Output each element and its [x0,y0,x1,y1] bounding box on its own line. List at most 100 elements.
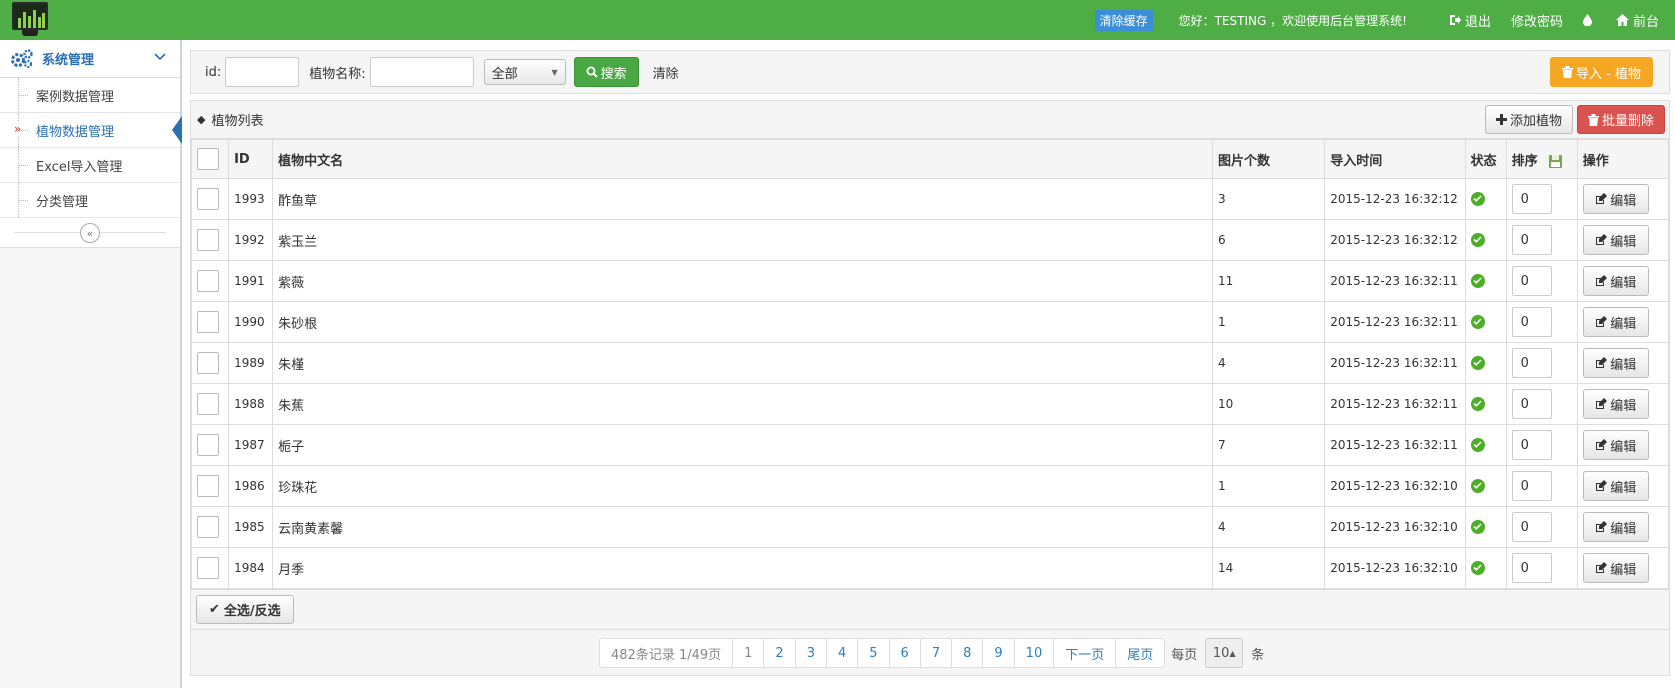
row-action-cell: 编辑 [1576,547,1670,589]
welcome-text: 您好：TESTING ，欢迎使用后台管理系统! [1178,13,1407,28]
sort-input[interactable]: 0 [1511,266,1552,296]
add-plant-button[interactable]: 添加植物 [1484,105,1573,134]
page-link-8[interactable]: 8 [952,638,984,668]
sort-input[interactable]: 0 [1511,184,1552,214]
per-page-select[interactable]: 10 ▲ [1205,638,1244,668]
header-sort: 排序 [1505,139,1578,179]
sort-input[interactable]: 0 [1511,307,1552,337]
caret-up-icon: ▲ [1229,648,1236,658]
select-all-checkbox[interactable] [197,148,219,170]
collapse-sidebar-button[interactable]: « [80,223,100,243]
row-pic-count: 1 [1212,301,1326,343]
sidebar-item-category[interactable]: 分类管理 [0,183,180,218]
row-checkbox[interactable] [197,516,219,538]
theme-drop-link[interactable] [1582,14,1596,26]
edit-button[interactable]: 编辑 [1582,348,1649,378]
sort-input[interactable]: 0 [1511,348,1552,378]
sidebar-item-plant-data[interactable]: » 植物数据管理 [0,113,182,148]
sidebar-item-case-data[interactable]: 案例数据管理 [0,78,180,113]
header-import-time: 导入时间 [1324,139,1466,179]
row-name: 朱砂根 [272,301,1214,343]
sort-input[interactable]: 0 [1511,471,1552,501]
row-select-cell [190,547,230,589]
sidebar-collapse-bar: « [0,218,180,248]
edit-label: 编辑 [1610,316,1637,332]
logout-link[interactable]: 退出 [1449,11,1491,30]
next-page-link[interactable]: 下一页 [1054,638,1117,668]
sort-input[interactable]: 0 [1511,389,1552,419]
table-row: 1990 朱砂根 1 2015-12-23 16:32:11 0 编辑 [190,301,1670,343]
category-select[interactable]: 全部 ▼ [483,59,566,85]
row-checkbox[interactable] [197,188,219,210]
id-input[interactable] [225,57,300,87]
edit-button[interactable]: 编辑 [1582,307,1649,337]
search-icon [586,66,598,78]
check-circle-icon[interactable] [1470,355,1485,370]
page-link-3[interactable]: 3 [795,638,827,668]
plus-icon [1495,114,1507,125]
import-plants-button[interactable]: 导入 - 植物 [1550,57,1653,87]
row-checkbox[interactable] [197,311,219,333]
edit-button[interactable]: 编辑 [1582,225,1649,255]
sort-input[interactable]: 0 [1511,225,1552,255]
check-circle-icon[interactable] [1470,232,1485,247]
page-link-9[interactable]: 9 [983,638,1015,668]
change-password-link[interactable]: 修改密码 [1511,11,1563,30]
clear-filter-link[interactable]: 清除 [653,63,679,82]
check-circle-icon[interactable] [1470,314,1485,329]
save-icon[interactable] [1548,154,1563,169]
edit-button[interactable]: 编辑 [1582,553,1649,583]
row-select-cell [190,219,230,261]
row-checkbox[interactable] [197,229,219,251]
page-link-2[interactable]: 2 [764,638,796,668]
clear-cache-button[interactable]: 清除缓存 [1094,9,1153,31]
sort-input[interactable]: 0 [1511,512,1552,542]
page-link-5[interactable]: 5 [858,638,890,668]
row-checkbox[interactable] [197,393,219,415]
page-link-10[interactable]: 10 [1014,638,1055,668]
row-sort-cell: 0 [1505,383,1578,425]
edit-icon [1596,357,1608,368]
header-id: ID [228,139,274,179]
select-all-toggle-button[interactable]: ✔ 全选/反选 [196,595,294,624]
edit-button[interactable]: 编辑 [1582,471,1649,501]
row-checkbox[interactable] [197,475,219,497]
check-circle-icon[interactable] [1470,478,1485,493]
row-checkbox[interactable] [197,270,219,292]
page-link-4[interactable]: 4 [826,638,859,668]
edit-button[interactable]: 编辑 [1582,389,1649,419]
row-select-cell [190,342,230,384]
check-circle-icon[interactable] [1470,560,1485,575]
search-button[interactable]: 搜索 [573,57,639,87]
row-checkbox[interactable] [197,434,219,456]
edit-button[interactable]: 编辑 [1582,184,1649,214]
batch-delete-button[interactable]: 批量删除 [1576,105,1665,134]
header-status: 状态 [1464,139,1507,179]
edit-icon [1596,439,1608,450]
check-circle-icon[interactable] [1470,396,1485,411]
edit-button[interactable]: 编辑 [1582,512,1649,542]
plant-name-input[interactable] [369,57,474,87]
row-status-cell [1464,342,1507,384]
sidebar-section-header[interactable]: 系统管理 [0,40,180,78]
search-button-label: 搜索 [600,66,627,82]
sidebar-item-excel-import[interactable]: Excel导入管理 [0,148,180,183]
sort-input[interactable]: 0 [1511,553,1552,583]
row-import-time: 2015-12-23 16:32:11 [1324,301,1466,343]
edit-button[interactable]: 编辑 [1582,266,1649,296]
page-link-7[interactable]: 7 [920,638,953,668]
sort-input[interactable]: 0 [1511,430,1552,460]
frontend-link[interactable]: 前台 [1615,11,1659,30]
edit-button[interactable]: 编辑 [1582,430,1649,460]
page-link-6[interactable]: 6 [889,638,921,668]
check-circle-icon[interactable] [1470,437,1485,452]
row-checkbox[interactable] [197,557,219,579]
main-content: id: 植物名称: 全部 ▼ 搜索 清除 导入 - 植物 ◆ 植物列表 添加植物 [190,50,1670,676]
row-import-time: 2015-12-23 16:32:12 [1324,178,1466,220]
row-checkbox[interactable] [197,352,219,374]
check-circle-icon[interactable] [1470,519,1485,534]
check-circle-icon[interactable] [1470,273,1485,288]
check-circle-icon[interactable] [1470,191,1485,206]
page-link-1[interactable]: 1 [733,638,765,668]
last-page-link[interactable]: 尾页 [1116,638,1166,668]
